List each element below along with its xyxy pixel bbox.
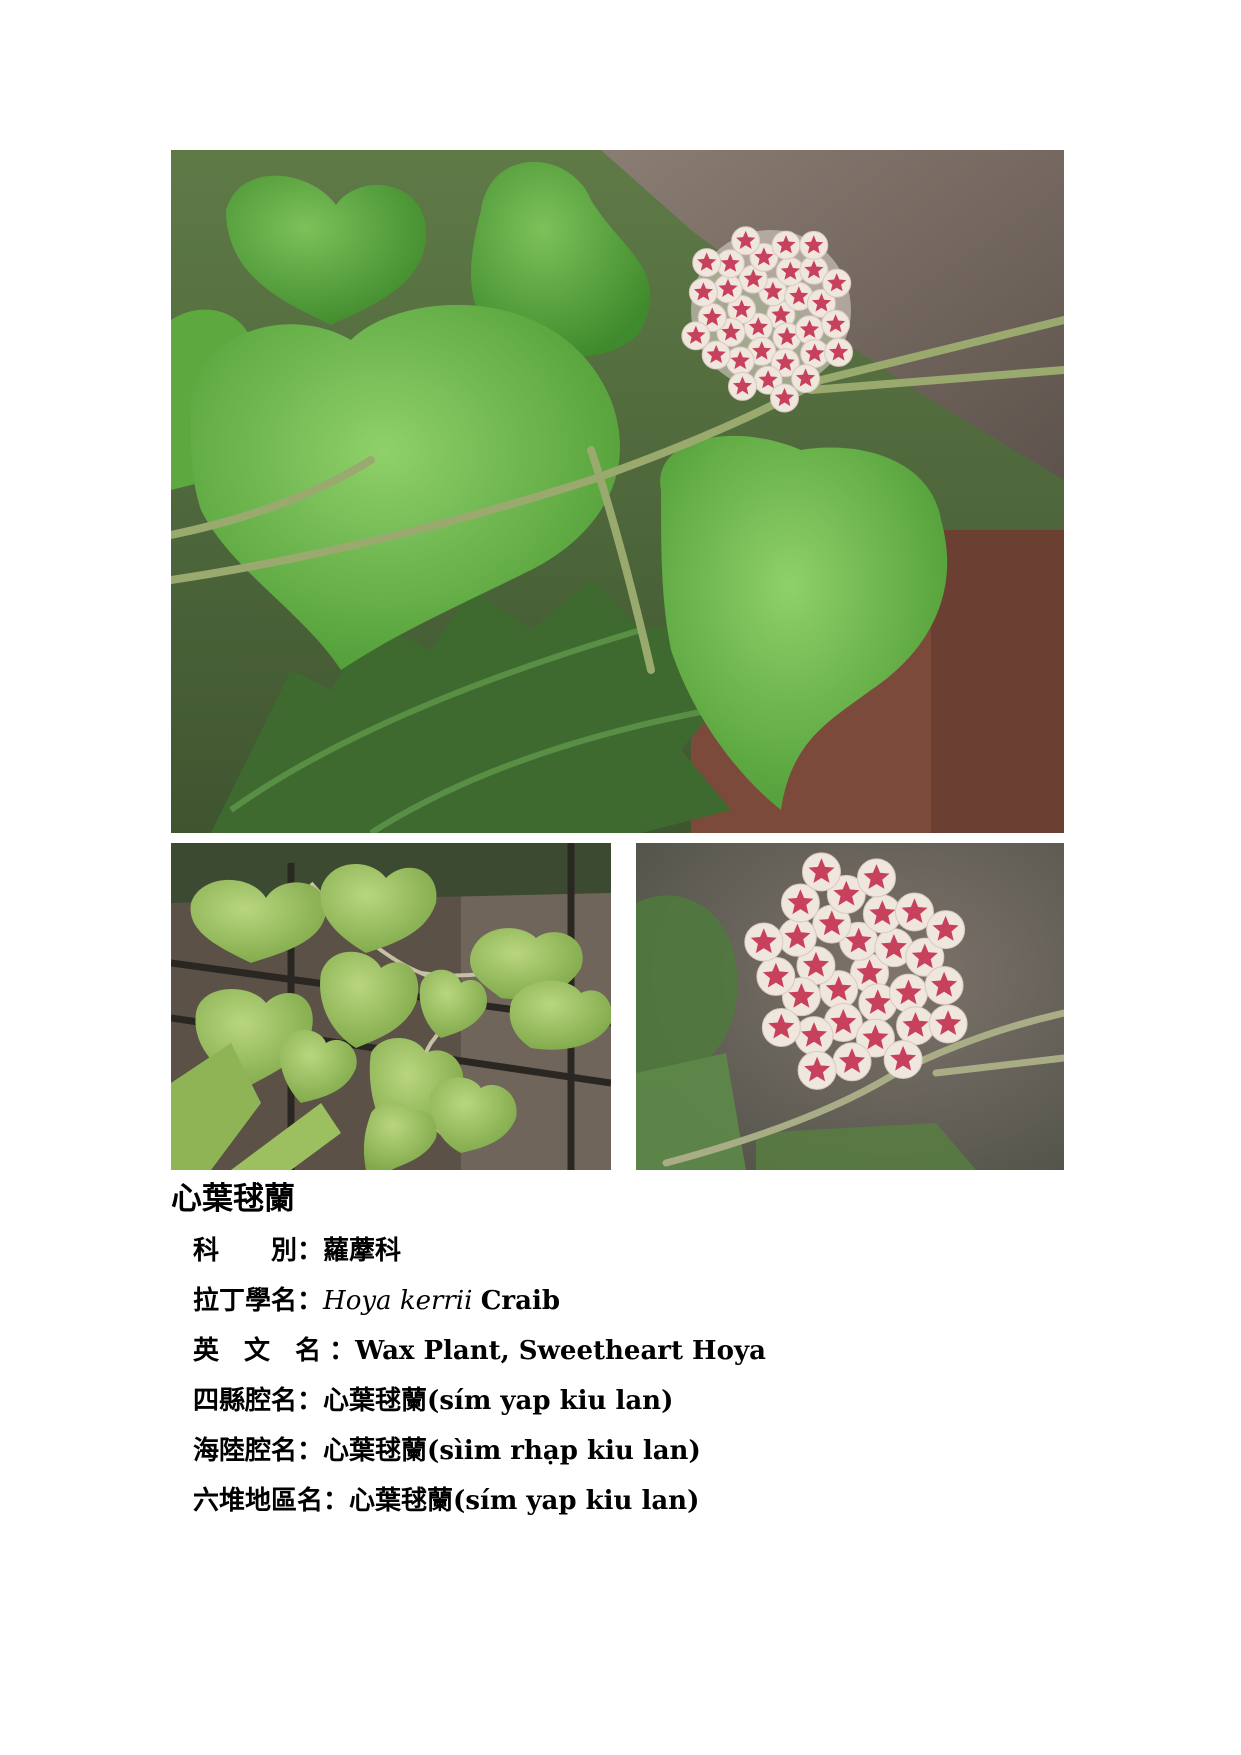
liudui-name-row: 六堆地區名：心葉毬蘭(sím yap kiu lan) xyxy=(193,1486,700,1516)
english-value: Wax Plant, Sweetheart Hoya xyxy=(355,1336,766,1366)
hailu-label: 海陸腔名 xyxy=(193,1436,298,1466)
hailu-romanization: (sìim rhạp kiu lan) xyxy=(427,1436,701,1466)
latin-author: Craib xyxy=(480,1286,561,1316)
hailu-name: 心葉毬蘭 xyxy=(323,1436,428,1466)
family-label: 科 別 xyxy=(193,1236,298,1266)
sixian-label: 四縣腔名 xyxy=(193,1386,298,1416)
latin-genus-species: Hoya kerrii xyxy=(323,1286,473,1316)
english-name-row: 英 文 名：Wax Plant, Sweetheart Hoya xyxy=(193,1336,766,1366)
sixian-name: 心葉毬蘭 xyxy=(323,1386,428,1416)
english-label: 英 文 名 xyxy=(193,1336,330,1366)
sixian-name-row: 四縣腔名：心葉毬蘭(sím yap kiu lan) xyxy=(193,1386,674,1416)
liudui-label: 六堆地區名 xyxy=(193,1486,324,1516)
family-value: 蘿藦科 xyxy=(323,1236,402,1266)
hoya-main-photo xyxy=(171,150,1064,833)
latin-label: 拉丁學名 xyxy=(193,1286,298,1316)
sixian-romanization: (sím yap kiu lan) xyxy=(427,1386,674,1416)
hoya-vine-photo xyxy=(171,843,611,1170)
latin-name-row: 拉丁學名：Hoya kerrii Craib xyxy=(193,1286,561,1316)
liudui-name: 心葉毬蘭 xyxy=(349,1486,454,1516)
hailu-name-row: 海陸腔名：心葉毬蘭(sìim rhạp kiu lan) xyxy=(193,1436,701,1466)
family-row: 科 別：蘿藦科 xyxy=(193,1236,402,1266)
page-title: 心葉毬蘭 xyxy=(171,1181,295,1217)
liudui-romanization: (sím yap kiu lan) xyxy=(453,1486,700,1516)
hoya-flower-photo xyxy=(636,843,1064,1170)
plant-info-list: 科 別：蘿藦科 拉丁學名：Hoya kerrii Craib 英 文 名：Wax… xyxy=(193,1226,766,1526)
